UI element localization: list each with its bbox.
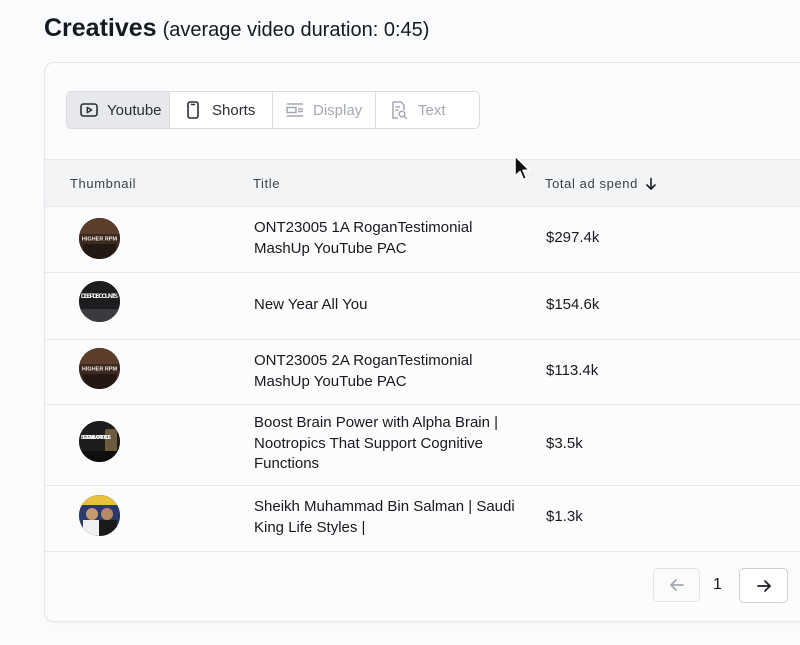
format-tabs: Youtube Shorts Display Text: [66, 91, 480, 129]
tab-shorts-label: Shorts: [212, 101, 256, 119]
row-title[interactable]: Boost Brain Power with Alpha Brain | Noo…: [254, 413, 529, 475]
arrow-left-icon: [669, 579, 684, 591]
row-title[interactable]: New Year All You: [254, 295, 529, 316]
table-row[interactable]: DEEP DISCOUNTS New Year All You $154.6k: [45, 273, 800, 340]
thumbnail-image: HIGHER RPM: [79, 348, 120, 389]
thumbnail-image: [79, 495, 120, 536]
tab-display-label: Display: [313, 101, 363, 119]
column-header-total-ad-spend-label: Total ad spend: [545, 176, 638, 191]
tab-text-label: Text: [418, 101, 446, 119]
row-spend: $1.3k: [546, 508, 583, 525]
table-row[interactable]: Sheikh Muhammad Bin Salman | Saudi King …: [45, 486, 800, 552]
tab-text[interactable]: Text: [376, 92, 479, 128]
table-row[interactable]: HIGHER RPM ONT23005 1A RoganTestimonial …: [45, 206, 800, 273]
arrow-down-icon: [646, 177, 656, 190]
row-title[interactable]: ONT23005 1A RoganTestimonial MashUp YouT…: [254, 218, 529, 259]
page-subtitle: (average video duration: 0:45): [162, 19, 430, 41]
row-title[interactable]: ONT23005 2A RoganTestimonial MashUp YouT…: [254, 351, 529, 392]
thumbnail-image: BETTER MEMORY FOCUS: [79, 421, 120, 462]
next-page-button[interactable]: [739, 568, 788, 603]
display-icon: [285, 99, 305, 121]
thumbnail-text: HIGHER RPM: [82, 237, 118, 243]
row-spend: $113.4k: [546, 362, 599, 379]
table-row[interactable]: HIGHER RPM ONT23005 2A RoganTestimonial …: [45, 340, 800, 405]
page-heading: Creatives (average video duration: 0:45): [44, 14, 429, 43]
thumbnail-text: DEEP DISCOUNTS: [81, 293, 119, 300]
row-spend: $297.4k: [546, 229, 600, 246]
column-header-thumbnail: Thumbnail: [70, 176, 137, 191]
phone-icon: [182, 99, 204, 121]
tab-youtube-label: Youtube: [107, 101, 162, 119]
row-spend: $154.6k: [546, 296, 600, 313]
text-search-icon: [388, 99, 410, 121]
current-page-number: 1: [713, 576, 722, 593]
creatives-card: Youtube Shorts Display Text Thumbnail Ti…: [44, 62, 800, 622]
thumbnail-image: DEEP DISCOUNTS: [79, 281, 120, 322]
table-header: Thumbnail Title Total ad spend: [45, 159, 800, 207]
row-spend: $3.5k: [546, 435, 583, 452]
thumbnail-image: HIGHER RPM: [79, 218, 120, 259]
table-row[interactable]: BETTER MEMORY FOCUS Boost Brain Power wi…: [45, 405, 800, 486]
thumbnail-text: BETTER MEMORY FOCUS: [81, 435, 111, 441]
column-header-total-ad-spend[interactable]: Total ad spend: [545, 176, 658, 191]
column-header-title: Title: [253, 176, 281, 191]
play-icon: [79, 99, 99, 121]
arrow-right-icon: [756, 579, 771, 592]
tab-youtube[interactable]: Youtube: [67, 92, 170, 128]
page-title: Creatives: [44, 14, 157, 42]
tab-display[interactable]: Display: [273, 92, 376, 128]
row-title[interactable]: Sheikh Muhammad Bin Salman | Saudi King …: [254, 497, 529, 538]
mouse-pointer-icon: [514, 155, 531, 181]
tab-shorts[interactable]: Shorts: [170, 92, 273, 128]
previous-page-button[interactable]: [653, 568, 700, 602]
thumbnail-text: HIGHER RPM: [82, 367, 118, 373]
